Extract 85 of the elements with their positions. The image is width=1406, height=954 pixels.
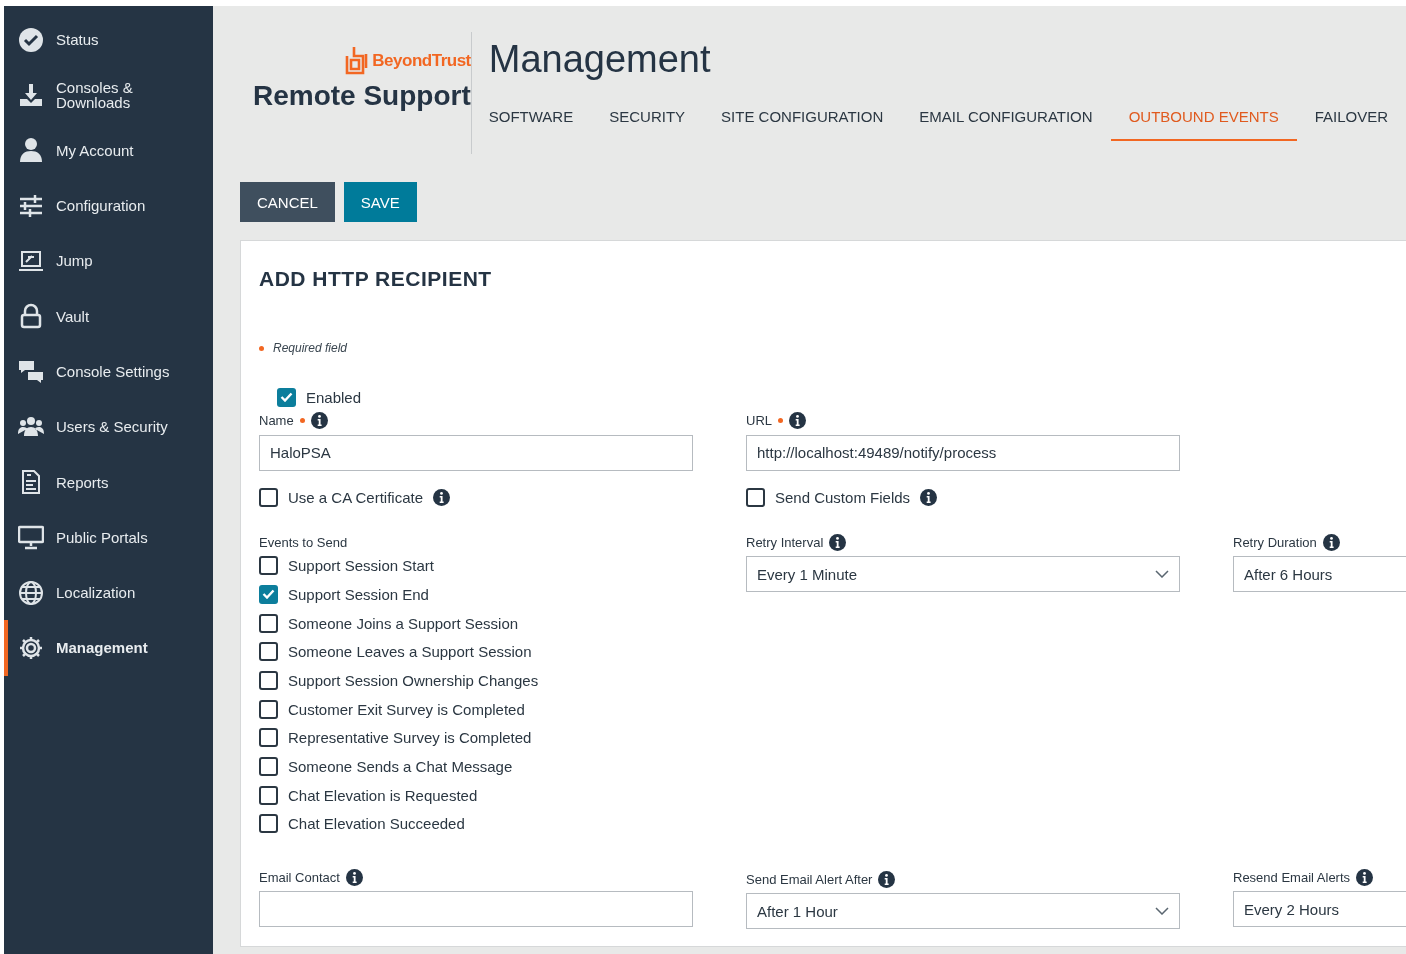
checkbox-label[interactable]: Support Session Ownership Changes — [288, 671, 539, 689]
checkbox[interactable] — [259, 699, 278, 719]
input-field[interactable]: After 6 Hours — [1233, 556, 1406, 593]
info-icon[interactable] — [1322, 533, 1340, 551]
cancel-button[interactable]: CANCEL — [240, 182, 335, 222]
checkbox-label[interactable]: Support Session Start — [288, 557, 434, 575]
checkbox-label[interactable]: Support Session End — [288, 585, 429, 603]
info-icon[interactable] — [920, 488, 938, 506]
checkbox[interactable] — [259, 556, 278, 576]
checkbox[interactable] — [259, 757, 278, 777]
user-icon — [18, 137, 44, 164]
checkbox[interactable] — [259, 728, 278, 748]
checkbox-label[interactable]: Chat Elevation Succeeded — [288, 815, 465, 833]
checkbox-label[interactable]: Enabled — [306, 388, 362, 406]
field-label: Resend Email Alerts — [1233, 869, 1351, 885]
required-dot — [259, 345, 264, 351]
sidebar-item[interactable]: Jump — [4, 233, 213, 289]
checkbox[interactable] — [259, 814, 278, 834]
select-field[interactable]: Every 1 Minute — [746, 556, 1180, 593]
field-label: Events to Send — [259, 534, 348, 550]
sidebar-item[interactable]: Consoles & Downloads — [4, 67, 213, 123]
field-label: Email Contact — [259, 869, 340, 885]
checkbox-label[interactable]: Someone Joins a Support Session — [288, 614, 519, 632]
nav-tab[interactable]: SOFTWARE — [488, 108, 592, 141]
monitor-icon — [18, 524, 44, 551]
chat-icon — [18, 358, 44, 385]
checkbox[interactable] — [259, 670, 278, 690]
info-icon[interactable] — [789, 412, 806, 430]
sidebar-item[interactable]: Users & Security — [4, 399, 213, 455]
checkbox-label[interactable]: Customer Exit Survey is Completed — [288, 700, 525, 718]
info-icon[interactable] — [878, 870, 896, 888]
nav-tab[interactable]: SECURITY — [591, 108, 704, 141]
page-title: Management — [488, 40, 712, 78]
input-field[interactable]: Every 2 Hours — [1233, 891, 1406, 928]
checkbox-label[interactable]: Chat Elevation is Requested — [288, 786, 478, 804]
nav-tab[interactable]: SITE CONFIGURATION — [703, 108, 902, 141]
checkbox[interactable] — [259, 785, 278, 805]
field-label: Name — [259, 413, 294, 429]
sidebar-item[interactable]: Public Portals — [4, 509, 213, 565]
checkbox[interactable] — [259, 642, 278, 662]
field-label: Retry Duration — [1233, 534, 1317, 550]
checkbox[interactable] — [259, 487, 278, 507]
download-icon — [18, 81, 44, 108]
field-label: URL — [746, 413, 772, 429]
checkbox-label[interactable]: Representative Survey is Completed — [288, 729, 532, 747]
input-field[interactable] — [259, 891, 693, 928]
checkbox-label[interactable]: Someone Sends a Chat Message — [288, 758, 513, 776]
chevron-down-icon — [1155, 907, 1169, 916]
globe-icon — [18, 579, 44, 606]
settings-icon — [18, 634, 44, 661]
nav-tab[interactable]: FAILOVER — [1296, 108, 1406, 141]
checkbox[interactable] — [259, 613, 278, 633]
info-icon[interactable] — [433, 488, 451, 506]
sidebar-item[interactable]: Status — [4, 12, 213, 68]
checkbox-label[interactable]: Use a CA Certificate — [288, 488, 424, 506]
sidebar-item[interactable]: My Account — [4, 122, 213, 178]
save-button[interactable]: SAVE — [343, 182, 417, 222]
field-label: Send Email Alert After — [746, 871, 873, 887]
checkbox[interactable] — [277, 387, 296, 407]
sidebar-item[interactable]: Vault — [4, 288, 213, 344]
select-field[interactable]: After 1 Hour — [746, 893, 1180, 930]
field-label: Retry Interval — [746, 534, 824, 550]
sidebar-item[interactable]: Reports — [4, 454, 213, 510]
brand-name: BeyondTrust — [372, 51, 471, 71]
lock-icon — [18, 303, 44, 330]
info-icon[interactable] — [1356, 868, 1374, 886]
sidebar-item[interactable]: Configuration — [4, 177, 213, 234]
info-icon[interactable] — [345, 868, 363, 886]
input-field[interactable]: HaloPSA — [259, 434, 693, 471]
nav-tab[interactable]: EMAIL CONFIGURATION — [901, 108, 1111, 141]
form-title: ADD HTTP RECIPIENT — [259, 267, 493, 291]
checkbox[interactable] — [259, 584, 278, 604]
chevron-down-icon — [1155, 570, 1169, 579]
sidebar-item[interactable]: Console Settings — [4, 343, 213, 400]
info-icon[interactable] — [310, 412, 328, 430]
input-field[interactable]: http://localhost:49489/notify/process — [746, 434, 1180, 471]
sidebar-item[interactable]: Localization — [4, 564, 213, 621]
info-icon[interactable] — [829, 533, 847, 551]
checkbox-label[interactable]: Someone Leaves a Support Session — [288, 643, 532, 661]
checkbox-label[interactable]: Send Custom Fields — [775, 488, 911, 506]
sliders-icon — [18, 192, 44, 219]
check-circle-icon — [18, 26, 44, 53]
product-name: Remote Support — [252, 80, 471, 112]
required-note: Required field — [273, 341, 348, 355]
checkbox[interactable] — [746, 487, 765, 507]
